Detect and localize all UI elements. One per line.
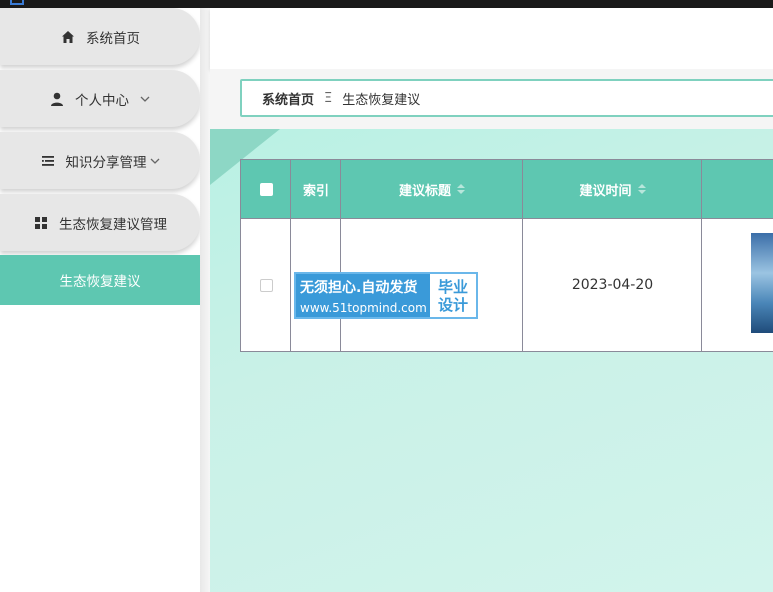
watermark-badge: 毕业 设计 — [430, 274, 476, 317]
breadcrumb-area: 系统首页 Ξ 生态恢复建议 — [210, 69, 773, 129]
breadcrumb-separator-icon: Ξ — [324, 90, 333, 106]
sort-icon[interactable] — [637, 184, 646, 194]
submenu-item-eco-suggestion[interactable]: 生态恢复建议 — [0, 255, 200, 305]
watermark-overlay: 无须担心.自动发货 www.51topmind.com 毕业 设计 — [294, 272, 478, 319]
sidebar-item-label: 系统首页 — [86, 30, 140, 47]
table-header: 索引 建议标题 建议时间 — [241, 160, 773, 218]
chevron-down-icon — [139, 93, 151, 105]
column-divider — [522, 160, 523, 351]
row-checkbox[interactable] — [259, 278, 273, 292]
watermark-line2: www.51topmind.com — [300, 301, 427, 315]
list-icon — [40, 153, 56, 169]
sidebar-item-label: 知识分享管理 — [65, 154, 147, 171]
header-index: 索引 — [302, 183, 329, 199]
top-header — [210, 8, 773, 69]
suggestion-table: 索引 建议标题 建议时间 2023-04-20 — [240, 159, 773, 352]
column-divider — [340, 160, 341, 351]
sidebar-item-eco-suggestion-mgmt[interactable]: 生态恢复建议管理 — [0, 194, 200, 251]
sidebar-item-knowledge-share[interactable]: 知识分享管理 — [0, 132, 200, 189]
main-content: 索引 建议标题 建议时间 2023-04-20 — [210, 129, 773, 592]
header-title[interactable]: 建议标题 — [341, 160, 523, 218]
sort-icon[interactable] — [457, 184, 465, 194]
window-icon — [10, 0, 24, 5]
breadcrumb-home[interactable]: 系统首页 — [262, 89, 314, 108]
breadcrumb: 系统首页 Ξ 生态恢复建议 — [240, 79, 773, 117]
column-divider — [701, 160, 702, 351]
window-title-bar — [0, 0, 773, 8]
chevron-down-icon — [149, 155, 161, 167]
sidebar-item-label: 个人中心 — [75, 92, 129, 109]
sidebar-divider — [200, 8, 210, 592]
row-select[interactable] — [241, 219, 291, 351]
sidebar-item-home[interactable]: 系统首页 — [0, 8, 200, 65]
sidebar-item-personal-center[interactable]: 个人中心 — [0, 70, 200, 127]
home-icon — [60, 29, 76, 45]
breadcrumb-current: 生态恢复建议 — [342, 92, 421, 108]
submenu-item-label: 生态恢复建议 — [59, 274, 141, 290]
user-icon — [49, 91, 65, 107]
grid-icon — [33, 215, 49, 231]
row-time: 2023-04-20 — [571, 277, 654, 293]
sidebar: 系统首页 个人中心 知识分享管理 生态恢复建议管理 生态恢复建议 — [0, 8, 200, 592]
select-all-checkbox[interactable] — [259, 182, 273, 196]
header-time[interactable]: 建议时间 — [523, 160, 702, 218]
row-image-thumbnail[interactable] — [751, 233, 773, 333]
sidebar-item-label: 生态恢复建议管理 — [59, 216, 167, 233]
header-select-all[interactable] — [241, 160, 291, 218]
column-divider — [290, 160, 291, 351]
watermark-line1: 无须担心.自动发货 — [300, 280, 418, 296]
